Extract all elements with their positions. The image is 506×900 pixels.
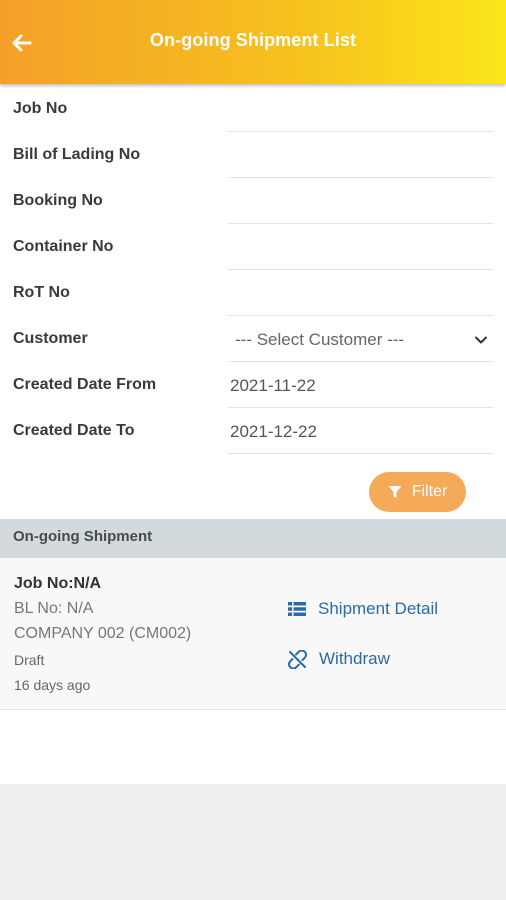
form-row-rot-no: RoT No — [0, 270, 506, 316]
container-no-label: Container No — [13, 238, 114, 255]
customer-select[interactable]: --- Select Customer --- — [228, 316, 493, 362]
filter-button-label: Filter — [411, 483, 448, 500]
rot-no-field[interactable] — [228, 270, 493, 316]
form-row-bill-of-lading: Bill of Lading No — [0, 132, 506, 178]
list-spacer — [0, 711, 506, 784]
date-from-value: 2021-11-22 — [230, 376, 316, 395]
booking-no-label: Booking No — [13, 192, 103, 209]
shipment-card: Job No:N/A BL No: N/A COMPANY 002 (CM002… — [0, 558, 506, 710]
job-no-label: Job No — [13, 100, 68, 117]
form-row-date-to: Created Date To 2021-12-22 — [0, 408, 506, 454]
chevron-down-icon — [475, 336, 487, 344]
shipment-age: 16 days ago — [14, 677, 91, 693]
date-from-field[interactable]: 2021-11-22 — [228, 362, 493, 408]
shipment-job-no: Job No:N/A — [14, 575, 102, 592]
container-no-input[interactable] — [230, 238, 493, 264]
list-icon — [288, 602, 306, 616]
booking-no-input[interactable] — [230, 192, 493, 218]
form-row-job-no: Job No — [0, 86, 506, 132]
filter-button[interactable]: Filter — [369, 472, 466, 512]
bill-of-lading-input[interactable] — [230, 146, 493, 172]
withdraw-link[interactable]: Withdraw — [288, 649, 390, 669]
form-row-booking-no: Booking No — [0, 178, 506, 224]
form-row-container-no: Container No — [0, 224, 506, 270]
date-to-label: Created Date To — [13, 422, 135, 439]
rot-no-label: RoT No — [13, 284, 70, 301]
container-no-field[interactable] — [228, 224, 493, 270]
job-no-input[interactable] — [230, 100, 493, 126]
shipment-status: Draft — [14, 652, 45, 668]
date-to-field[interactable]: 2021-12-22 — [228, 408, 493, 454]
shipment-detail-link[interactable]: Shipment Detail — [288, 599, 438, 619]
customer-label: Customer — [13, 330, 88, 347]
section-header: On-going Shipment — [0, 519, 506, 558]
form-row-customer: Customer --- Select Customer --- — [0, 316, 506, 362]
shipment-detail-label: Shipment Detail — [318, 599, 439, 618]
form-row-date-from: Created Date From 2021-11-22 — [0, 362, 506, 408]
section-title: On-going Shipment — [13, 528, 153, 545]
app-header: On-going Shipment List — [0, 0, 506, 84]
bill-of-lading-label: Bill of Lading No — [13, 146, 141, 163]
filter-form: Job No Bill of Lading No Booking No Cont… — [0, 86, 506, 454]
bill-of-lading-field[interactable] — [228, 132, 493, 178]
job-no-field[interactable] — [228, 86, 493, 132]
booking-no-field[interactable] — [228, 178, 493, 224]
page-title: On-going Shipment List — [149, 30, 357, 50]
customer-selected-value: --- Select Customer --- — [235, 330, 405, 349]
shipment-bl-no: BL No: N/A — [14, 600, 94, 617]
unlink-icon — [288, 649, 307, 669]
date-from-label: Created Date From — [13, 376, 157, 393]
date-to-value: 2021-12-22 — [230, 422, 317, 441]
withdraw-label: Withdraw — [319, 649, 390, 668]
rot-no-input[interactable] — [230, 284, 493, 310]
bottom-background — [0, 784, 506, 900]
filter-icon — [388, 486, 402, 498]
shipment-company: COMPANY 002 (CM002) — [14, 625, 192, 642]
